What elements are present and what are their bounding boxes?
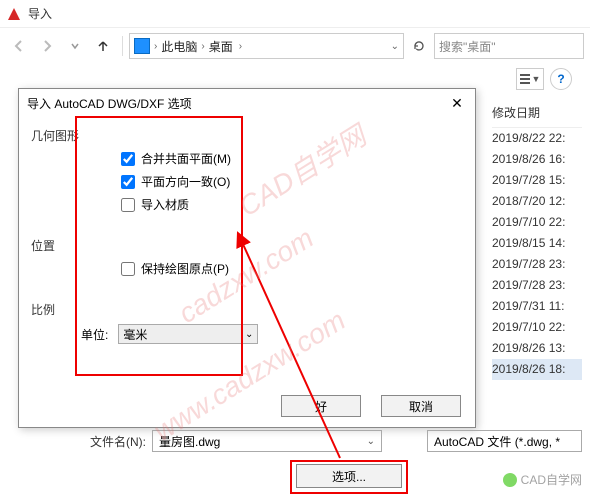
recent-drop[interactable] (62, 33, 88, 59)
date-cell[interactable]: 2019/8/22 22: (492, 128, 582, 149)
back-button[interactable] (6, 33, 32, 59)
date-header[interactable]: 修改日期 (492, 100, 582, 128)
separator (122, 36, 123, 56)
date-cell[interactable]: 2019/8/26 13: (492, 338, 582, 359)
app-icon (6, 6, 22, 22)
scale-label: 比例 (31, 301, 463, 318)
date-cell[interactable]: 2019/7/10 22: (492, 212, 582, 233)
preserve-origin-checkbox[interactable] (121, 262, 135, 276)
merge-faces-label: 合并共面平面(M) (141, 150, 231, 167)
import-materials-label: 导入材质 (141, 196, 189, 213)
dialog-title: 导入 AutoCAD DWG/DXF 选项 (27, 95, 192, 112)
up-button[interactable] (90, 33, 116, 59)
geometry-label: 几何图形 (31, 127, 463, 144)
filename-value: 量房图.dwg (159, 433, 220, 450)
date-cell[interactable]: 2019/7/10 22: (492, 317, 582, 338)
refresh-button[interactable] (406, 33, 432, 59)
window-title: 导入 (28, 5, 52, 22)
date-cell[interactable]: 2019/8/26 16: (492, 149, 582, 170)
date-cell[interactable]: 2018/7/20 12: (492, 191, 582, 212)
badge-text: CAD自学网 (521, 471, 582, 488)
filetype-value: AutoCAD 文件 (*.dwg, * (434, 433, 560, 450)
search-placeholder: 搜索"桌面" (439, 38, 496, 55)
path-segment-desktop[interactable]: 桌面 (209, 38, 233, 55)
filename-label: 文件名(N): (90, 433, 146, 450)
chevron-right-icon: › (154, 41, 157, 52)
unit-label: 单位: (81, 326, 108, 343)
date-cell[interactable]: 2019/7/28 23: (492, 254, 582, 275)
options-button[interactable]: 选项... (296, 464, 402, 488)
chevron-right-icon: › (201, 41, 204, 52)
position-label: 位置 (31, 237, 463, 254)
date-cell[interactable]: 2019/7/28 15: (492, 170, 582, 191)
date-column: 修改日期 2019/8/22 22:2019/8/26 16:2019/7/28… (492, 100, 582, 380)
nav-bar: › 此电脑 › 桌面 › ⌄ 搜索"桌面" (0, 28, 590, 64)
path-box[interactable]: › 此电脑 › 桌面 › ⌄ (129, 33, 404, 59)
filename-input[interactable]: 量房图.dwg ⌄ (152, 430, 382, 452)
filename-row: 文件名(N): 量房图.dwg ⌄ (90, 430, 382, 452)
orient-faces-checkbox[interactable] (121, 175, 135, 189)
list-icon (520, 74, 530, 84)
close-button[interactable]: ✕ (447, 93, 467, 113)
chevron-right-icon: › (239, 41, 242, 52)
wechat-icon (503, 473, 517, 487)
search-input[interactable]: 搜索"桌面" (434, 33, 584, 59)
dialog-titlebar: 导入 AutoCAD DWG/DXF 选项 ✕ (19, 89, 475, 117)
path-drop-icon[interactable]: ⌄ (391, 41, 399, 52)
cancel-button[interactable]: 取消 (381, 395, 461, 417)
unit-value: 毫米 (123, 326, 147, 343)
chevron-down-icon: ⌄ (367, 436, 375, 447)
preserve-origin-label: 保持绘图原点(P) (141, 260, 229, 277)
import-materials-checkbox[interactable] (121, 198, 135, 212)
date-cell[interactable]: 2019/8/15 14: (492, 233, 582, 254)
unit-select[interactable]: 毫米 ⌄ (118, 324, 258, 344)
wechat-badge: CAD自学网 (503, 471, 582, 488)
view-mode-button[interactable]: ▼ (516, 68, 544, 90)
forward-button[interactable] (34, 33, 60, 59)
import-options-dialog: 导入 AutoCAD DWG/DXF 选项 ✕ 几何图形 合并共面平面(M) 平… (18, 88, 476, 428)
filetype-select[interactable]: AutoCAD 文件 (*.dwg, * (427, 430, 582, 452)
window-titlebar: 导入 (0, 0, 590, 28)
orient-faces-label: 平面方向一致(O) (141, 173, 230, 190)
ok-button[interactable]: 好 (281, 395, 361, 417)
date-cell[interactable]: 2019/7/31 11: (492, 296, 582, 317)
pc-icon (134, 38, 150, 54)
date-cell[interactable]: 2019/8/26 18: (492, 359, 582, 380)
date-cell[interactable]: 2019/7/28 23: (492, 275, 582, 296)
path-segment-pc[interactable]: 此电脑 (161, 38, 197, 55)
merge-faces-checkbox[interactable] (121, 152, 135, 166)
help-button[interactable]: ? (550, 68, 572, 90)
chevron-down-icon: ⌄ (245, 329, 253, 340)
